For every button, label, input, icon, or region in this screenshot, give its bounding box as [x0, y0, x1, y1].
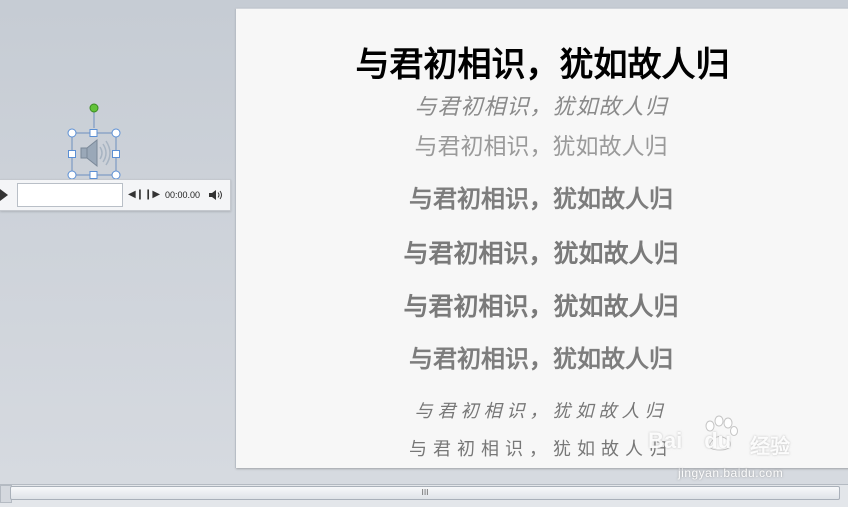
audio-progress-track[interactable]: [17, 183, 123, 207]
rotate-handle: [89, 103, 99, 113]
text-line-2[interactable]: 与君初相识，犹如故人归: [391, 127, 691, 161]
text-line-8[interactable]: 与君初相识，犹如故人归: [391, 435, 691, 461]
volume-icon[interactable]: [208, 187, 224, 203]
text-line-4[interactable]: 与君初相识，犹如故人归: [391, 234, 691, 270]
horizontal-scrollbar[interactable]: III: [0, 484, 848, 507]
scrollbar-thumb[interactable]: III: [10, 486, 840, 500]
resize-handle: [67, 128, 77, 138]
text-line-7[interactable]: 与君初相识，犹如故人归: [391, 397, 691, 423]
resize-handle: [112, 150, 120, 158]
text-line-5[interactable]: 与君初相识，犹如故人归: [391, 287, 691, 323]
slide-title-text[interactable]: 与君初相识，犹如故人归: [236, 37, 848, 86]
audio-player-bar: ◀❙ ❙▶ 00:00.00: [0, 179, 231, 211]
seek-back-icon[interactable]: ◀❙: [128, 188, 144, 202]
text-line-3[interactable]: 与君初相识，犹如故人归: [391, 179, 691, 214]
calligraphy-line-1[interactable]: 与君初相识，犹如故人归: [391, 89, 691, 121]
speaker-icon: [80, 138, 98, 168]
audio-time: 00:00.00: [165, 190, 201, 200]
resize-handle: [111, 170, 121, 180]
resize-handle: [68, 150, 76, 158]
resize-handle: [67, 170, 77, 180]
play-icon[interactable]: [0, 189, 8, 201]
resize-handle: [89, 129, 98, 137]
audio-object[interactable]: [67, 103, 121, 180]
resize-handle: [111, 128, 121, 138]
slide-canvas[interactable]: 与君初相识，犹如故人归 与君初相识，犹如故人归 与君初相识，犹如故人归 与君初相…: [235, 8, 848, 468]
resize-handle: [89, 171, 98, 179]
text-line-6[interactable]: 与君初相识，犹如故人归: [391, 339, 691, 374]
slide-workspace: ◀❙ ❙▶ 00:00.00 与君初相识，犹如故人归 与君初相识，犹如故人归 与…: [0, 0, 848, 484]
watermark-url: jingyan.baidu.com: [678, 466, 784, 480]
seek-forward-icon[interactable]: ❙▶: [144, 188, 160, 202]
